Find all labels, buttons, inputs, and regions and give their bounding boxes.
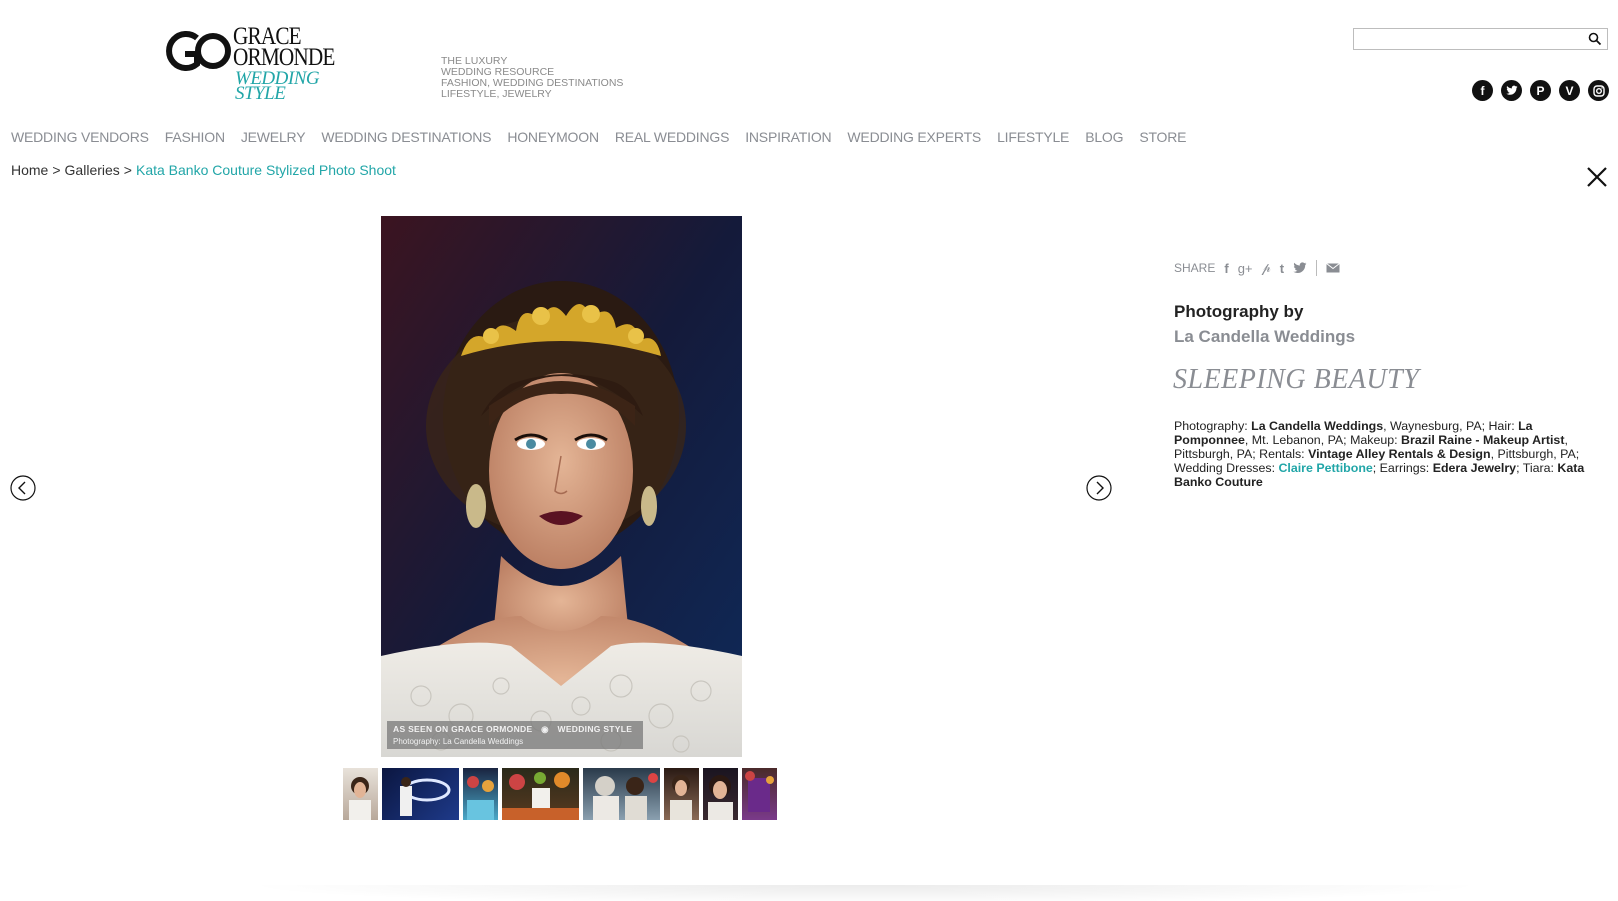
credit-text: ; Earrings: xyxy=(1372,461,1433,475)
footer-shadow xyxy=(240,885,1490,901)
nav-item-wedding-experts[interactable]: WEDDING EXPERTS xyxy=(847,129,981,145)
nav-item-wedding-destinations[interactable]: WEDDING DESTINATIONS xyxy=(321,129,491,145)
facebook-share-icon[interactable]: f xyxy=(1224,261,1228,276)
tagline-line: LIFESTYLE, JEWELRY xyxy=(441,88,552,100)
thumbnail[interactable] xyxy=(502,768,579,820)
credit-vendor-link[interactable]: Brazil Raine - Makeup Artist xyxy=(1401,433,1564,447)
breadcrumb-current: Kata Banko Couture Stylized Photo Shoot xyxy=(135,162,396,178)
site-logo[interactable]: GRACE ORMONDE WEDDING STYLE xyxy=(163,24,353,104)
logo-line-ormonde: ORMONDE xyxy=(233,44,335,71)
google-plus-share-icon[interactable]: g+ xyxy=(1238,261,1253,276)
nav-item-honeymoon[interactable]: HONEYMOON xyxy=(507,129,599,145)
next-arrow-icon[interactable] xyxy=(1086,475,1112,501)
share-label: SHARE xyxy=(1174,261,1216,275)
facebook-icon[interactable]: f xyxy=(1472,80,1493,101)
nav-item-inspiration[interactable]: INSPIRATION xyxy=(745,129,831,145)
search-icon[interactable] xyxy=(1588,32,1602,46)
credit-text: , Waynesburg, PA; Hair: xyxy=(1383,419,1519,433)
credit-vendor-link[interactable]: Edera Jewelry xyxy=(1433,461,1516,475)
breadcrumb: Home > Galleries > Kata Banko Couture St… xyxy=(11,162,396,178)
pinterest-icon[interactable]: P xyxy=(1530,80,1551,101)
go-monogram-icon xyxy=(166,31,231,71)
nav-item-blog[interactable]: BLOG xyxy=(1085,129,1123,145)
breadcrumb-galleries[interactable]: Galleries xyxy=(65,162,120,178)
nav-item-fashion[interactable]: FASHION xyxy=(165,129,225,145)
search-input[interactable] xyxy=(1354,29,1574,49)
gallery-main-photo: AS SEEN ON GRACE ORMONDE ◉ WEDDING STYLE… xyxy=(381,216,742,757)
instagram-icon[interactable] xyxy=(1588,80,1609,101)
main-nav: WEDDING VENDORS FASHION JEWELRY WEDDING … xyxy=(11,129,1186,145)
social-links: f P V xyxy=(1472,80,1609,101)
search-box xyxy=(1353,28,1608,50)
breadcrumb-separator: > xyxy=(52,162,61,178)
credit-vendor-link[interactable]: La Candella Weddings xyxy=(1251,419,1383,433)
tumblr-share-icon[interactable]: t xyxy=(1280,261,1284,276)
gallery-thumbnails xyxy=(343,768,777,820)
nav-item-jewelry[interactable]: JEWELRY xyxy=(241,129,306,145)
share-bar: SHARE f g+ 𝓅 t xyxy=(1174,260,1340,276)
photographer-link[interactable]: La Candella Weddings xyxy=(1174,327,1355,347)
nav-item-store[interactable]: STORE xyxy=(1139,129,1186,145)
bride-portrait-image xyxy=(381,216,742,757)
credit-text: , Mt. Lebanon, PA; Makeup: xyxy=(1244,433,1402,447)
vendor-credits: Photography: La Candella Weddings, Wayne… xyxy=(1174,419,1594,489)
thumbnail[interactable] xyxy=(703,768,738,820)
thumbnail[interactable] xyxy=(583,768,660,820)
thumbnail[interactable] xyxy=(463,768,498,820)
pinterest-share-icon[interactable]: 𝓅 xyxy=(1262,260,1271,276)
nav-item-lifestyle[interactable]: LIFESTYLE xyxy=(997,129,1069,145)
photography-by-label: Photography by xyxy=(1174,302,1304,321)
site-tagline: THE LUXURY WEDDING RESOURCE FASHION, WED… xyxy=(441,56,623,100)
thumbnail[interactable] xyxy=(343,768,378,820)
photo-watermark: AS SEEN ON GRACE ORMONDE ◉ WEDDING STYLE… xyxy=(387,721,643,749)
credit-text: Photography: xyxy=(1174,419,1252,433)
email-share-icon[interactable] xyxy=(1326,263,1340,273)
go-monogram-small-icon: ◉ xyxy=(541,724,549,734)
nav-item-real-weddings[interactable]: REAL WEDDINGS xyxy=(615,129,730,145)
breadcrumb-separator: > xyxy=(123,162,132,178)
watermark-line2: Photography: La Candella Weddings xyxy=(393,737,524,746)
twitter-icon[interactable] xyxy=(1501,80,1522,101)
breadcrumb-home[interactable]: Home xyxy=(11,162,48,178)
thumbnail[interactable] xyxy=(742,768,777,820)
vimeo-icon[interactable]: V xyxy=(1559,80,1580,101)
gallery-title: SLEEPING BEAUTY xyxy=(1173,364,1420,395)
credit-vendor-link[interactable]: Vintage Alley Rentals & Design xyxy=(1308,447,1490,461)
credit-vendor-link-claire-pettibone[interactable]: Claire Pettibone xyxy=(1278,461,1372,475)
thumbnail[interactable] xyxy=(382,768,459,820)
close-icon[interactable] xyxy=(1586,166,1608,188)
watermark-line1: AS SEEN ON GRACE ORMONDE xyxy=(393,724,533,734)
twitter-share-icon[interactable] xyxy=(1293,262,1307,274)
watermark-brand: WEDDING STYLE xyxy=(557,724,633,734)
previous-arrow-icon[interactable] xyxy=(10,475,36,501)
thumbnail[interactable] xyxy=(664,768,699,820)
nav-item-wedding-vendors[interactable]: WEDDING VENDORS xyxy=(11,129,149,145)
share-divider xyxy=(1316,260,1318,276)
credit-text: ; Tiara: xyxy=(1516,461,1558,475)
